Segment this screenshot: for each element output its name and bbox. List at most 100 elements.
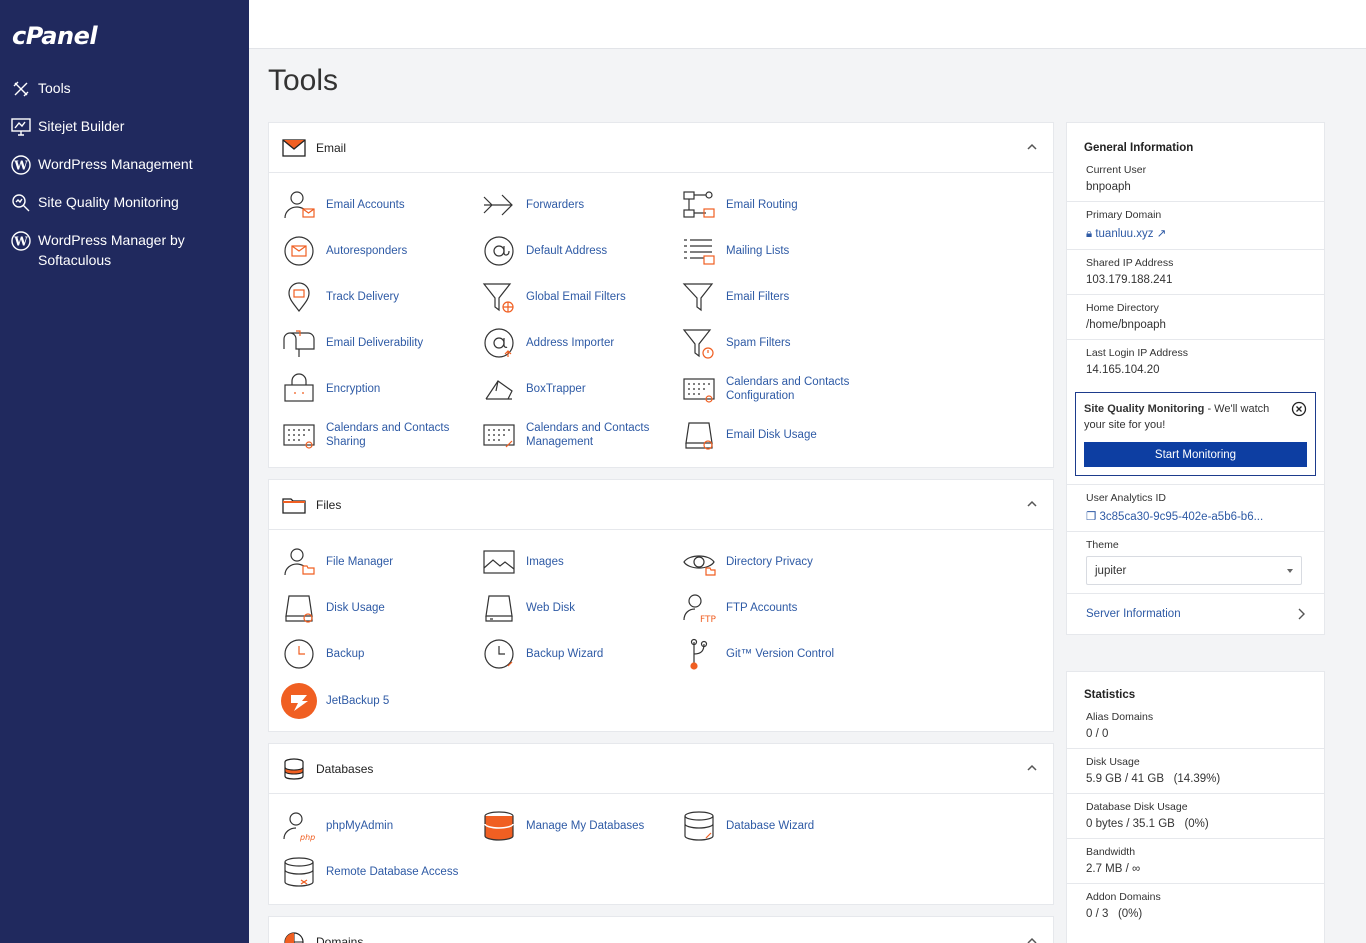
tool-email-filters[interactable]: Email Filters xyxy=(681,277,881,317)
list-icon xyxy=(681,233,717,269)
section-title: Email xyxy=(316,140,347,155)
tool-track-delivery[interactable]: Track Delivery xyxy=(281,277,481,317)
tool-calendars-contacts-sharing[interactable]: Calendars and Contacts Sharing xyxy=(281,415,481,455)
site-quality-callout: Site Quality Monitoring - We'll watch yo… xyxy=(1075,392,1316,476)
database-stack-icon xyxy=(481,808,517,844)
at-sign-icon xyxy=(481,233,517,269)
tool-email-routing[interactable]: Email Routing xyxy=(681,185,881,225)
tool-jetbackup[interactable]: JetBackup 5 xyxy=(281,681,481,721)
theme-row: Theme jupiter xyxy=(1067,532,1324,594)
tool-spam-filters[interactable]: Spam Filters xyxy=(681,323,881,363)
lock-icon: 🔒︎ xyxy=(1086,228,1093,240)
general-information-panel: General Information Current User bnpoaph… xyxy=(1066,122,1325,635)
monitor-icon xyxy=(10,116,32,138)
tool-git-version-control[interactable]: Git™ Version Control xyxy=(681,634,881,674)
tool-boxtrapper[interactable]: BoxTrapper xyxy=(481,369,681,409)
sidebar-nav: Tools Sitejet Builder W WordPress Manage… xyxy=(0,74,249,282)
chevron-up-icon[interactable] xyxy=(1025,761,1039,775)
chevron-up-icon[interactable] xyxy=(1025,140,1039,154)
tool-email-accounts[interactable]: Email Accounts xyxy=(281,185,481,225)
tool-mailing-lists[interactable]: Mailing Lists xyxy=(681,231,881,271)
backup-clock-icon xyxy=(281,636,317,672)
autoresponder-icon xyxy=(281,233,317,269)
svg-text:FTP: FTP xyxy=(700,615,716,624)
tool-ftp-accounts[interactable]: FTP FTP Accounts xyxy=(681,588,881,628)
svg-text:W: W xyxy=(13,159,28,173)
tool-forwarders[interactable]: Forwarders xyxy=(481,185,681,225)
chevron-up-icon[interactable] xyxy=(1025,497,1039,511)
close-icon[interactable] xyxy=(1291,401,1307,417)
sidebar-item-sitejet[interactable]: Sitejet Builder xyxy=(0,112,249,142)
tool-manage-my-databases[interactable]: Manage My Databases xyxy=(481,806,681,846)
caret-down-icon xyxy=(1287,569,1293,573)
databases-section-header[interactable]: Databases xyxy=(269,744,1053,794)
start-monitoring-button[interactable]: Start Monitoring xyxy=(1084,442,1307,467)
chevron-up-icon[interactable] xyxy=(1025,934,1039,943)
database-disk-usage-row: Database Disk Usage 0 bytes / 35.1 GB (0… xyxy=(1067,794,1324,839)
statistics-panel: Statistics Alias Domains 0 / 0 Disk Usag… xyxy=(1066,671,1325,943)
calendar-edit-icon xyxy=(481,417,517,453)
user-folder-icon xyxy=(281,544,317,580)
tool-disk-usage[interactable]: Disk Usage xyxy=(281,588,481,628)
location-pin-icon xyxy=(281,279,317,315)
sidebar-item-site-quality[interactable]: Site Quality Monitoring xyxy=(0,188,249,218)
funnel-alert-icon xyxy=(681,325,717,361)
sidebar-item-label: Site Quality Monitoring xyxy=(38,194,179,210)
tool-file-manager[interactable]: File Manager xyxy=(281,542,481,582)
sidebar-item-wordpress-management[interactable]: W WordPress Management xyxy=(0,150,249,180)
theme-select[interactable]: jupiter xyxy=(1086,556,1302,585)
wordpress-icon: W xyxy=(10,230,32,252)
tool-autoresponders[interactable]: Autoresponders xyxy=(281,231,481,271)
email-section-header[interactable]: Email xyxy=(269,123,1053,173)
bandwidth-row: Bandwidth 2.7 MB / ∞ xyxy=(1067,839,1324,884)
tool-backup[interactable]: Backup xyxy=(281,634,481,674)
envelope-icon xyxy=(282,136,306,160)
tool-calendars-contacts-configuration[interactable]: Calendars and Contacts Configuration xyxy=(681,369,881,409)
external-link-icon: ↗ xyxy=(1156,228,1167,240)
tool-phpmyadmin[interactable]: php phpMyAdmin xyxy=(281,806,481,846)
mailbox-icon xyxy=(281,325,317,361)
primary-domain-link[interactable]: 🔒︎ tuanluu.xyz ↗ xyxy=(1086,226,1305,241)
files-section-header[interactable]: Files xyxy=(269,480,1053,530)
cpanel-logo[interactable]: cPanel xyxy=(12,22,98,50)
tool-address-importer[interactable]: Address Importer xyxy=(481,323,681,363)
user-mail-icon xyxy=(281,187,317,223)
tool-email-deliverability[interactable]: Email Deliverability xyxy=(281,323,481,363)
sidebar-item-label: Tools xyxy=(38,80,71,96)
tools-icon xyxy=(10,78,32,100)
databases-section: Databases php phpMyAdmin Manage My Datab… xyxy=(268,743,1054,905)
database-icon xyxy=(282,757,306,781)
lock-icon xyxy=(281,371,317,407)
current-user-row: Current User bnpoaph xyxy=(1067,162,1324,202)
image-icon xyxy=(481,544,517,580)
home-directory-row: Home Directory /home/bnpoaph xyxy=(1067,295,1324,340)
tool-remote-database-access[interactable]: Remote Database Access xyxy=(281,852,481,892)
svg-text:php: php xyxy=(299,833,315,842)
tool-email-disk-usage[interactable]: Email Disk Usage xyxy=(681,415,881,455)
tool-database-wizard[interactable]: Database Wizard xyxy=(681,806,881,846)
database-remote-icon xyxy=(281,854,317,890)
shared-ip-row: Shared IP Address 103.179.188.241 xyxy=(1067,250,1324,295)
hard-drive-icon xyxy=(481,590,517,626)
analytics-id-row: User Analytics ID ❐ 3c85ca30-9c95-402e-a… xyxy=(1067,484,1324,532)
sidebar-item-tools[interactable]: Tools xyxy=(0,74,249,104)
tool-directory-privacy[interactable]: Directory Privacy xyxy=(681,542,881,582)
tool-calendars-contacts-management[interactable]: Calendars and Contacts Management xyxy=(481,415,681,455)
tool-global-email-filters[interactable]: Global Email Filters xyxy=(481,277,681,317)
sidebar-item-wp-softaculous[interactable]: W WordPress Manager by Softaculous xyxy=(0,226,249,274)
database-wizard-icon xyxy=(681,808,717,844)
tool-web-disk[interactable]: Web Disk xyxy=(481,588,681,628)
sidebar-item-label: WordPress Management xyxy=(38,156,193,172)
at-import-icon xyxy=(481,325,517,361)
analytics-id-copy[interactable]: ❐ 3c85ca30-9c95-402e-a5b6-b6... xyxy=(1086,509,1305,523)
email-section: Email Email Accounts Forwarders Email Ro… xyxy=(268,122,1054,468)
server-information-link[interactable]: Server Information xyxy=(1067,594,1324,634)
tool-images[interactable]: Images xyxy=(481,542,681,582)
section-title: Domains xyxy=(316,934,364,943)
user-ftp-icon: FTP xyxy=(681,590,717,626)
tool-default-address[interactable]: Default Address xyxy=(481,231,681,271)
tool-encryption[interactable]: Encryption xyxy=(281,369,481,409)
files-section: Files File Manager Images Directory Priv… xyxy=(268,479,1054,732)
tool-backup-wizard[interactable]: Backup Wizard xyxy=(481,634,681,674)
domains-section-header[interactable]: Domains xyxy=(269,917,1053,943)
